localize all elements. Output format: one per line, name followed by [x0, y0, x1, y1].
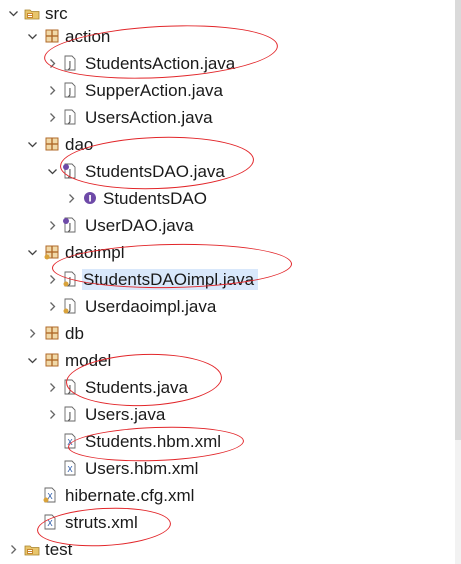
scrollbar-thumb[interactable]	[455, 0, 461, 440]
tree-item-label: StudentsDAOimpl.java	[82, 269, 259, 290]
chevron-right-icon[interactable]	[64, 185, 78, 212]
chevron-down-icon[interactable]	[25, 347, 39, 374]
java-file-icon: J	[62, 271, 78, 287]
tree-item-students-hbm-xml[interactable]: X Students.hbm.xml	[0, 428, 461, 455]
tree-item-label: test	[45, 540, 73, 559]
vertical-scrollbar[interactable]	[455, 0, 461, 564]
chevron-right-icon[interactable]	[45, 293, 59, 320]
tree-item-users-java[interactable]: J Users.java	[0, 401, 461, 428]
tree-item-db[interactable]: db	[0, 320, 461, 347]
xml-file-icon: X	[42, 514, 58, 530]
source-folder-icon	[24, 5, 40, 21]
svg-text:X: X	[67, 465, 73, 474]
java-interface-file-icon: J	[62, 163, 78, 179]
tree-item-model[interactable]: model	[0, 347, 461, 374]
source-folder-icon	[24, 541, 40, 557]
tree-item-userdaoimpl-java[interactable]: J Userdaoimpl.java	[0, 293, 461, 320]
tree-item-label: action	[65, 27, 111, 46]
tree-item-label: StudentsDAO.java	[85, 162, 225, 181]
tree-item-label: Userdaoimpl.java	[85, 297, 217, 316]
chevron-down-icon[interactable]	[25, 239, 39, 266]
chevron-down-icon[interactable]	[25, 23, 39, 50]
java-file-icon: J	[62, 82, 78, 98]
package-icon	[44, 136, 60, 152]
tree-item-students-dao-java[interactable]: J StudentsDAO.java	[0, 158, 461, 185]
package-icon	[44, 352, 60, 368]
tree-item-label: daoimpl	[65, 243, 125, 262]
tree-item-label: StudentsAction.java	[85, 54, 236, 73]
package-icon	[44, 325, 60, 341]
svg-text:J: J	[68, 88, 72, 98]
tree-item-students-daoimpl-java[interactable]: J StudentsDAOimpl.java	[0, 266, 461, 293]
java-file-icon: J	[62, 55, 78, 71]
chevron-right-icon[interactable]	[45, 77, 59, 104]
svg-text:J: J	[68, 223, 72, 233]
xml-file-icon: X	[62, 433, 78, 449]
chevron-down-icon[interactable]	[25, 131, 39, 158]
tree-item-label: dao	[65, 135, 94, 154]
tree-item-users-hbm-xml[interactable]: X Users.hbm.xml	[0, 455, 461, 482]
java-file-icon: J	[62, 109, 78, 125]
svg-text:J: J	[68, 61, 72, 71]
tree-item-label: db	[65, 324, 84, 343]
chevron-right-icon[interactable]	[45, 401, 59, 428]
tree-item-label: Students.hbm.xml	[85, 432, 222, 451]
interface-icon: I	[82, 190, 98, 206]
svg-text:J: J	[68, 412, 72, 422]
tree-item-label: UserDAO.java	[85, 216, 194, 235]
tree-item-label: UsersAction.java	[85, 108, 213, 127]
svg-text:J: J	[68, 169, 72, 179]
xml-file-icon: X	[42, 487, 58, 503]
java-file-icon: J	[62, 298, 78, 314]
tree-item-label: Students.java	[85, 378, 189, 397]
java-file-icon: J	[62, 406, 78, 422]
java-file-icon: J	[62, 379, 78, 395]
chevron-right-icon[interactable]	[45, 374, 59, 401]
chevron-right-icon[interactable]	[45, 104, 59, 131]
tree-item-students-java[interactable]: J Students.java	[0, 374, 461, 401]
tree-item-users-action-java[interactable]: J UsersAction.java	[0, 104, 461, 131]
svg-text:J: J	[68, 115, 72, 125]
tree-item-label: Users.hbm.xml	[85, 459, 199, 478]
svg-text:X: X	[67, 438, 73, 447]
tree-item-daoimpl[interactable]: daoimpl	[0, 239, 461, 266]
tree-item-action[interactable]: action	[0, 23, 461, 50]
tree-item-user-dao-java[interactable]: J UserDAO.java	[0, 212, 461, 239]
chevron-right-icon[interactable]	[45, 212, 59, 239]
tree-item-students-action-java[interactable]: J StudentsAction.java	[0, 50, 461, 77]
xml-file-icon: X	[62, 460, 78, 476]
tree-item-label: model	[65, 351, 112, 370]
java-interface-file-icon: J	[62, 217, 78, 233]
package-icon	[44, 244, 60, 260]
package-icon	[44, 28, 60, 44]
svg-text:X: X	[47, 519, 53, 528]
svg-text:J: J	[68, 385, 72, 395]
chevron-right-icon[interactable]	[25, 320, 39, 347]
tree-item-hibernate-cfg-xml[interactable]: X hibernate.cfg.xml	[0, 482, 461, 509]
tree-item-supper-action-java[interactable]: J SupperAction.java	[0, 77, 461, 104]
tree-item-label: hibernate.cfg.xml	[65, 486, 195, 505]
svg-text:I: I	[88, 195, 91, 205]
chevron-right-icon[interactable]	[6, 536, 20, 563]
tree-item-label: src	[45, 4, 68, 23]
tree-item-label: SupperAction.java	[85, 81, 223, 100]
tree-item-dao[interactable]: dao	[0, 131, 461, 158]
tree-item-label: StudentsDAO	[103, 189, 207, 208]
tree-item-students-dao-interface[interactable]: I StudentsDAO	[0, 185, 461, 212]
tree-item-label: struts.xml	[65, 513, 138, 532]
chevron-right-icon[interactable]	[45, 266, 59, 293]
chevron-right-icon[interactable]	[45, 50, 59, 77]
package-explorer-tree: src action J StudentsAction.java J Suppe…	[0, 0, 461, 564]
tree-item-label: Users.java	[85, 405, 166, 424]
chevron-down-icon[interactable]	[45, 158, 59, 185]
tree-item-test[interactable]: test	[0, 536, 461, 563]
tree-item-struts-xml[interactable]: X struts.xml	[0, 509, 461, 536]
